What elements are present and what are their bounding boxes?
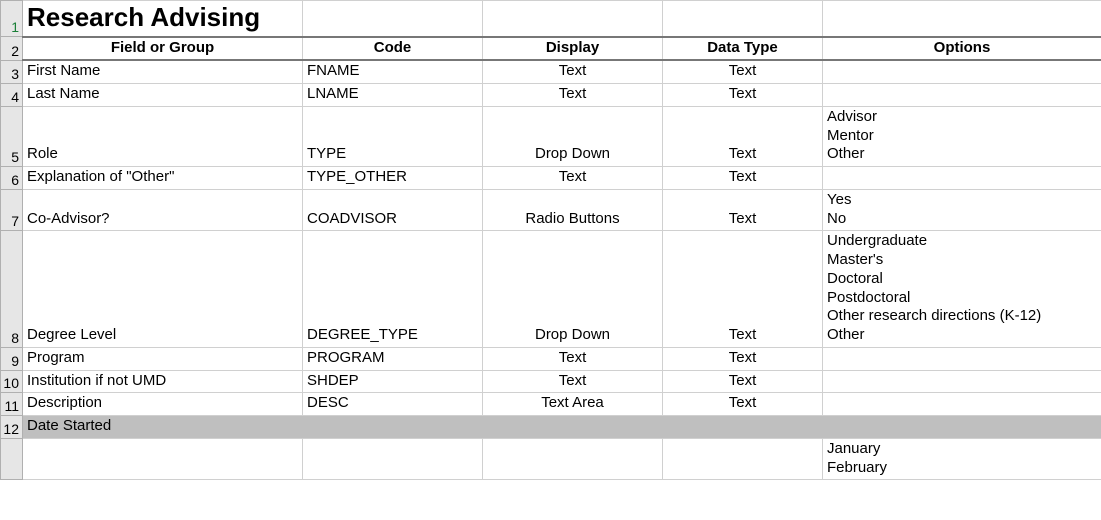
cell-code[interactable]: PROGRAM: [303, 347, 483, 370]
table-row[interactable]: 10 Institution if not UMD SHDEP Text Tex…: [1, 370, 1101, 393]
cell-code[interactable]: FNAME: [303, 60, 483, 83]
row-header-1[interactable]: 1: [1, 1, 23, 37]
cell-datatype[interactable]: Text: [663, 60, 823, 83]
cell-datatype[interactable]: Text: [663, 347, 823, 370]
table-row[interactable]: January February: [1, 438, 1101, 480]
cell-datatype[interactable]: Text: [663, 393, 823, 416]
row-header[interactable]: 4: [1, 84, 23, 107]
row-1[interactable]: 1 Research Advising: [1, 1, 1101, 37]
cell-code[interactable]: TYPE: [303, 106, 483, 166]
cell-code[interactable]: COADVISOR: [303, 189, 483, 231]
section-label[interactable]: Date Started: [23, 416, 1101, 439]
table-row[interactable]: 4 Last Name LNAME Text Text: [1, 84, 1101, 107]
row-header[interactable]: 6: [1, 167, 23, 190]
cell-options[interactable]: January February: [823, 438, 1101, 480]
cell-options[interactable]: [823, 167, 1101, 190]
row-header[interactable]: [1, 438, 23, 480]
cell-field[interactable]: Co-Advisor?: [23, 189, 303, 231]
table-row[interactable]: 8 Degree Level DEGREE_TYPE Drop Down Tex…: [1, 231, 1101, 348]
cell-field[interactable]: Program: [23, 347, 303, 370]
row-header[interactable]: 11: [1, 393, 23, 416]
row-header[interactable]: 10: [1, 370, 23, 393]
row-header[interactable]: 7: [1, 189, 23, 231]
cell-C1[interactable]: [483, 1, 663, 37]
cell-D1[interactable]: [663, 1, 823, 37]
cell-code[interactable]: SHDEP: [303, 370, 483, 393]
row-header-2[interactable]: 2: [1, 37, 23, 61]
cell-options[interactable]: [823, 393, 1101, 416]
cell-options[interactable]: [823, 370, 1101, 393]
cell-code[interactable]: DESC: [303, 393, 483, 416]
cell-options[interactable]: [823, 60, 1101, 83]
table-row[interactable]: 11 Description DESC Text Area Text: [1, 393, 1101, 416]
cell-E1[interactable]: [823, 1, 1101, 37]
cell-options[interactable]: [823, 84, 1101, 107]
row-header[interactable]: 9: [1, 347, 23, 370]
header-code[interactable]: Code: [303, 37, 483, 61]
cell-display[interactable]: Drop Down: [483, 106, 663, 166]
table-row[interactable]: 9 Program PROGRAM Text Text: [1, 347, 1101, 370]
table-row[interactable]: 7 Co-Advisor? COADVISOR Radio Buttons Te…: [1, 189, 1101, 231]
row-header[interactable]: 12: [1, 416, 23, 439]
cell-display[interactable]: Radio Buttons: [483, 189, 663, 231]
cell-field[interactable]: Degree Level: [23, 231, 303, 348]
row-2-header[interactable]: 2 Field or Group Code Display Data Type …: [1, 37, 1101, 61]
cell-datatype[interactable]: Text: [663, 189, 823, 231]
cell-datatype[interactable]: Text: [663, 106, 823, 166]
cell-display[interactable]: [483, 438, 663, 480]
section-row[interactable]: 12 Date Started: [1, 416, 1101, 439]
cell-code[interactable]: LNAME: [303, 84, 483, 107]
cell-options[interactable]: Undergraduate Master's Doctoral Postdoct…: [823, 231, 1101, 348]
header-field[interactable]: Field or Group: [23, 37, 303, 61]
cell-field[interactable]: First Name: [23, 60, 303, 83]
cell-code[interactable]: DEGREE_TYPE: [303, 231, 483, 348]
cell-code[interactable]: TYPE_OTHER: [303, 167, 483, 190]
row-header[interactable]: 8: [1, 231, 23, 348]
cell-display[interactable]: Text Area: [483, 393, 663, 416]
header-display[interactable]: Display: [483, 37, 663, 61]
cell-display[interactable]: Text: [483, 370, 663, 393]
spreadsheet-grid[interactable]: 1 Research Advising 2 Field or Group Cod…: [0, 0, 1101, 520]
cell-field[interactable]: Description: [23, 393, 303, 416]
grid-table[interactable]: 1 Research Advising 2 Field or Group Cod…: [0, 0, 1101, 480]
table-row[interactable]: 5 Role TYPE Drop Down Text Advisor Mento…: [1, 106, 1101, 166]
cell-field[interactable]: Institution if not UMD: [23, 370, 303, 393]
cell-datatype[interactable]: Text: [663, 84, 823, 107]
cell-field[interactable]: [23, 438, 303, 480]
cell-display[interactable]: Drop Down: [483, 231, 663, 348]
cell-field[interactable]: Explanation of "Other": [23, 167, 303, 190]
row-header[interactable]: 5: [1, 106, 23, 166]
cell-B1[interactable]: [303, 1, 483, 37]
cell-options[interactable]: Advisor Mentor Other: [823, 106, 1101, 166]
header-datatype[interactable]: Data Type: [663, 37, 823, 61]
cell-display[interactable]: Text: [483, 84, 663, 107]
header-options[interactable]: Options: [823, 37, 1101, 61]
cell-datatype[interactable]: [663, 438, 823, 480]
title-cell[interactable]: Research Advising: [23, 1, 303, 37]
table-row[interactable]: 6 Explanation of "Other" TYPE_OTHER Text…: [1, 167, 1101, 190]
row-header[interactable]: 3: [1, 60, 23, 83]
cell-display[interactable]: Text: [483, 60, 663, 83]
cell-options[interactable]: [823, 347, 1101, 370]
cell-field[interactable]: Last Name: [23, 84, 303, 107]
cell-datatype[interactable]: Text: [663, 167, 823, 190]
cell-field[interactable]: Role: [23, 106, 303, 166]
cell-display[interactable]: Text: [483, 347, 663, 370]
cell-options[interactable]: Yes No: [823, 189, 1101, 231]
cell-datatype[interactable]: Text: [663, 231, 823, 348]
cell-display[interactable]: Text: [483, 167, 663, 190]
cell-code[interactable]: [303, 438, 483, 480]
cell-datatype[interactable]: Text: [663, 370, 823, 393]
table-row[interactable]: 3 First Name FNAME Text Text: [1, 60, 1101, 83]
